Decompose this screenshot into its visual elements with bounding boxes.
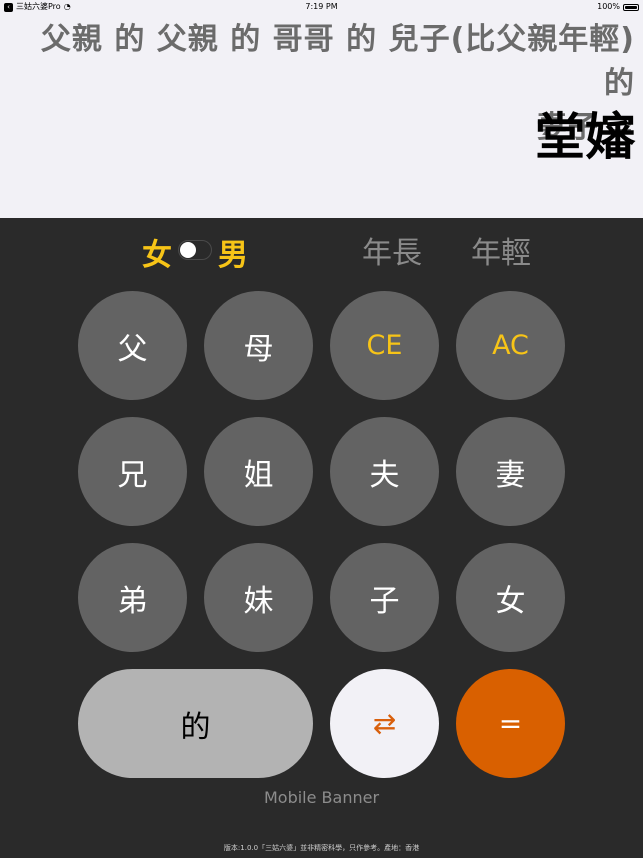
- key-husband[interactable]: 夫: [330, 417, 439, 526]
- status-right: 100%: [597, 0, 639, 14]
- gender-toggle[interactable]: [178, 240, 212, 260]
- gender-toggle-knob: [180, 242, 196, 258]
- controls-row: 女 男 年長 年輕: [0, 218, 643, 288]
- battery-icon: [623, 3, 639, 11]
- key-swap[interactable]: ⇄: [330, 669, 439, 778]
- key-elder-sister[interactable]: 姐: [204, 417, 313, 526]
- expression-line-1: 父親 的 父親 的 哥哥 的 兒子(比父親年輕) 的: [40, 22, 635, 101]
- gender-male-label: 男: [218, 238, 248, 273]
- key-of[interactable]: 的: [78, 669, 313, 778]
- footer-text: 版本:1.0.0「三姑六婆」並非精密科學，只作參考。產地：香港: [223, 844, 420, 852]
- key-equals[interactable]: =: [456, 669, 565, 778]
- gender-female-label: 女: [142, 238, 172, 273]
- mobile-banner[interactable]: Mobile Banner: [0, 788, 643, 807]
- key-younger-brother[interactable]: 弟: [78, 543, 187, 652]
- key-elder-brother[interactable]: 兄: [78, 417, 187, 526]
- key-all-clear[interactable]: AC: [456, 291, 565, 400]
- key-wife[interactable]: 妻: [456, 417, 565, 526]
- key-mother[interactable]: 母: [204, 291, 313, 400]
- age-older-button[interactable]: 年長: [362, 228, 422, 272]
- display-panel: 父親 的 父親 的 哥哥 的 兒子(比父親年輕) 的 妻子 = 堂嬸: [0, 14, 643, 218]
- key-younger-sister[interactable]: 妹: [204, 543, 313, 652]
- key-son[interactable]: 子: [330, 543, 439, 652]
- swap-arrows-icon: ⇄: [372, 707, 397, 740]
- key-father[interactable]: 父: [78, 291, 187, 400]
- result: 堂嬸: [535, 108, 635, 166]
- status-bar: ‹ 三姑六婆Pro ◔ 7:19 PM 100%: [0, 0, 643, 14]
- key-daughter[interactable]: 女: [456, 543, 565, 652]
- battery-percentage: 100%: [597, 2, 620, 11]
- status-time: 7:19 PM: [305, 2, 338, 11]
- age-younger-button[interactable]: 年輕: [471, 228, 531, 272]
- key-clear-entry[interactable]: CE: [330, 291, 439, 400]
